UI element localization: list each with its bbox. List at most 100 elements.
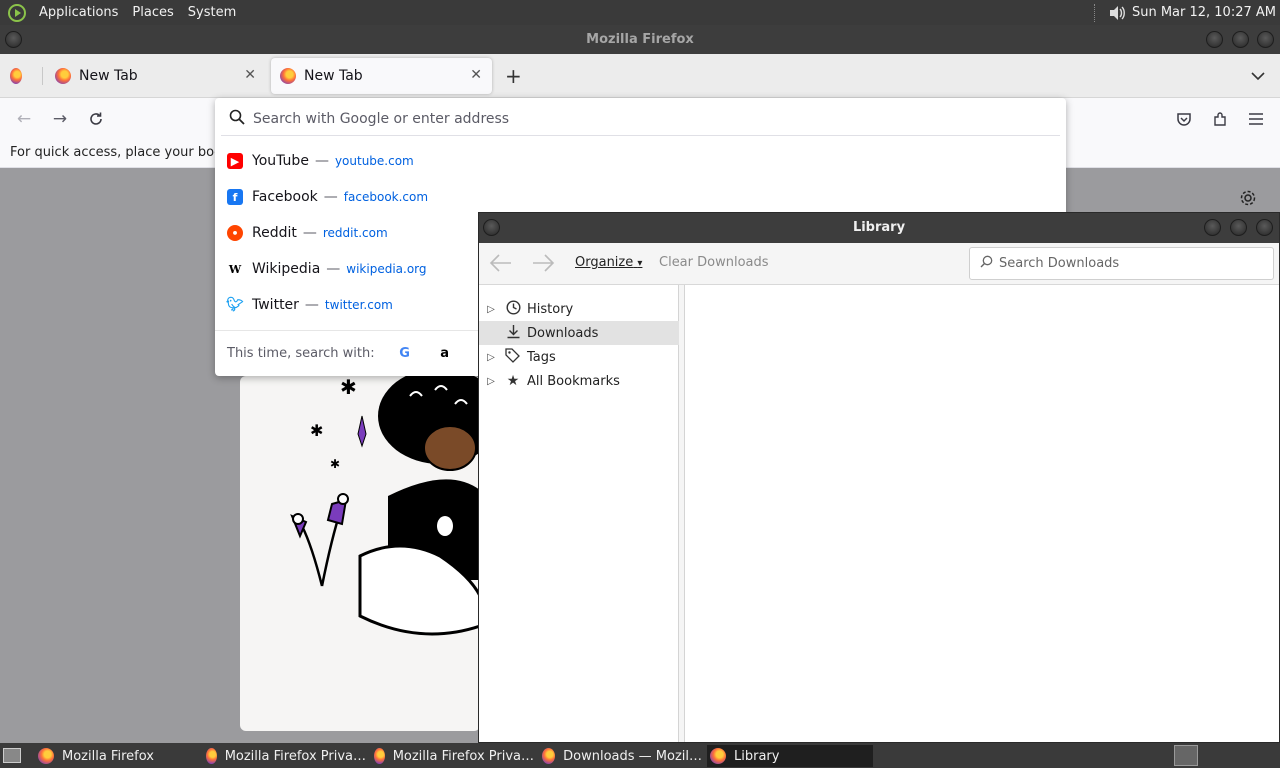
suggestion-reddit[interactable]: • Reddit — reddit.com — [227, 218, 388, 248]
workspace-switcher[interactable] — [1174, 745, 1198, 766]
firefox-icon — [38, 748, 54, 764]
search-downloads-placeholder: Search Downloads — [999, 256, 1120, 271]
firefox-icon — [710, 748, 726, 764]
star-icon: ★ — [506, 373, 520, 389]
volume-icon[interactable] — [1108, 4, 1126, 22]
suggestion-youtube[interactable]: ▶ YouTube — youtube.com — [227, 146, 414, 176]
task-firefox-private-1[interactable]: Mozilla Firefox Priva… — [206, 745, 366, 767]
twitter-icon: 🐦︎ — [226, 297, 244, 313]
tag-icon — [503, 347, 523, 367]
close-tab-icon[interactable]: ✕ — [244, 67, 256, 83]
suggestion-title: Reddit — [252, 225, 297, 241]
youtube-icon: ▶ — [227, 153, 243, 169]
reload-icon[interactable] — [84, 107, 108, 131]
firefox-window-title: Mozilla Firefox — [586, 32, 694, 47]
firefox-icon — [374, 748, 385, 764]
taskbar: Mozilla Firefox Mozilla Firefox Priva… M… — [0, 743, 1280, 768]
svg-text:✱: ✱ — [310, 421, 323, 440]
url-placeholder: Search with Google or enter address — [253, 110, 510, 127]
firefox-icon — [10, 68, 22, 84]
list-all-tabs-icon[interactable] — [1251, 58, 1271, 94]
suggestion-wikipedia[interactable]: W Wikipedia — wikipedia.org — [227, 254, 427, 284]
amazon-icon[interactable]: a — [435, 344, 455, 364]
task-label: Mozilla Firefox Priva… — [392, 748, 534, 764]
firefox-icon — [206, 748, 217, 764]
forward-icon[interactable]: → — [48, 107, 72, 131]
task-library[interactable]: Library — [707, 745, 873, 767]
clear-downloads-button[interactable]: Clear Downloads — [659, 255, 769, 270]
window-menu-button[interactable] — [483, 219, 500, 236]
tree-item-tags[interactable]: ▷ Tags — [479, 345, 679, 369]
search-downloads-input[interactable]: Search Downloads — [969, 247, 1274, 280]
library-toolbar: Organize ▾ Clear Downloads Search Downlo… — [479, 243, 1279, 285]
tree-label: All Bookmarks — [527, 373, 620, 389]
tree-item-history[interactable]: ▷ History — [479, 297, 679, 321]
firefox-icon — [542, 748, 556, 764]
organize-label: Organize — [575, 255, 634, 270]
forward-icon[interactable] — [531, 253, 555, 277]
suggestion-url: youtube.com — [334, 154, 414, 168]
wikipedia-icon: W — [228, 262, 242, 276]
facebook-icon: f — [227, 189, 243, 205]
minimize-button[interactable] — [1204, 219, 1221, 236]
hamburger-menu-icon[interactable] — [1244, 107, 1268, 131]
menu-system[interactable]: System — [184, 5, 240, 20]
svg-text:✱: ✱ — [340, 376, 357, 399]
new-tab-button[interactable]: + — [505, 58, 525, 94]
menu-applications[interactable]: Applications — [35, 5, 122, 20]
expander-icon[interactable]: ▷ — [479, 304, 503, 315]
task-mozilla-firefox[interactable]: Mozilla Firefox — [38, 745, 198, 767]
suggestion-twitter[interactable]: 🐦︎ Twitter — twitter.com — [226, 290, 393, 320]
firefox-view-button[interactable] — [10, 58, 30, 94]
suggestion-url: wikipedia.org — [346, 262, 427, 276]
library-tree: ▷ History Downloads ▷ Tags ▷ ★ All Bookm… — [479, 285, 679, 742]
maximize-button[interactable] — [1232, 31, 1249, 48]
task-label: Downloads — Mozil… — [563, 748, 702, 764]
suggestion-dash: — — [304, 297, 319, 313]
organize-button[interactable]: Organize ▾ — [575, 255, 642, 270]
tab-new-tab-2[interactable]: New Tab ✕ — [271, 58, 492, 94]
suggestion-url: twitter.com — [324, 298, 393, 312]
close-window-button[interactable] — [1257, 31, 1274, 48]
firefox-titlebar[interactable]: Mozilla Firefox — [0, 25, 1280, 54]
show-desktop-icon[interactable] — [3, 748, 21, 763]
suggestion-title: YouTube — [252, 153, 309, 169]
tree-item-all-bookmarks[interactable]: ▷ ★ All Bookmarks — [479, 369, 679, 393]
back-icon[interactable] — [489, 253, 513, 277]
expander-icon[interactable]: ▷ — [479, 376, 503, 387]
task-label: Mozilla Firefox — [62, 748, 154, 764]
suggestion-dash: — — [326, 261, 341, 277]
window-menu-button[interactable] — [5, 31, 22, 48]
firefox-icon — [55, 68, 71, 84]
tree-item-downloads[interactable]: Downloads — [479, 321, 679, 345]
minimize-button[interactable] — [1206, 31, 1223, 48]
clock[interactable]: Sun Mar 12, 10:27 AM — [1132, 5, 1276, 20]
pocket-icon[interactable] — [1172, 107, 1196, 131]
suggestion-url: reddit.com — [322, 226, 388, 240]
close-tab-icon[interactable]: ✕ — [470, 67, 482, 83]
library-title: Library — [852, 220, 906, 235]
downloads-list[interactable] — [684, 285, 1279, 742]
url-bar[interactable]: Search with Google or enter address — [221, 102, 1060, 136]
maximize-button[interactable] — [1230, 219, 1247, 236]
suggestion-dash: — — [302, 225, 317, 241]
tab-new-tab-1[interactable]: New Tab ✕ — [46, 58, 266, 94]
tab-separator — [42, 67, 43, 85]
task-downloads[interactable]: Downloads — Mozil… — [542, 745, 702, 767]
back-icon[interactable]: ← — [12, 107, 36, 131]
expander-icon[interactable]: ▷ — [479, 352, 503, 363]
task-firefox-private-2[interactable]: Mozilla Firefox Priva… — [374, 745, 534, 767]
distro-logo-icon[interactable] — [8, 3, 26, 22]
suggestion-facebook[interactable]: f Facebook — facebook.com — [227, 182, 428, 212]
firefox-icon — [280, 68, 296, 84]
search-icon — [980, 255, 993, 272]
close-window-button[interactable] — [1256, 219, 1273, 236]
library-titlebar[interactable]: Library — [479, 213, 1279, 243]
search-with-label: This time, search with: — [227, 346, 375, 361]
gear-icon[interactable] — [1239, 189, 1257, 211]
search-icon — [229, 109, 245, 129]
extensions-icon[interactable] — [1208, 107, 1232, 131]
google-icon[interactable]: G — [395, 344, 415, 364]
top-panel: Applications Places System Sun Mar 12, 1… — [0, 0, 1280, 25]
menu-places[interactable]: Places — [128, 5, 177, 20]
